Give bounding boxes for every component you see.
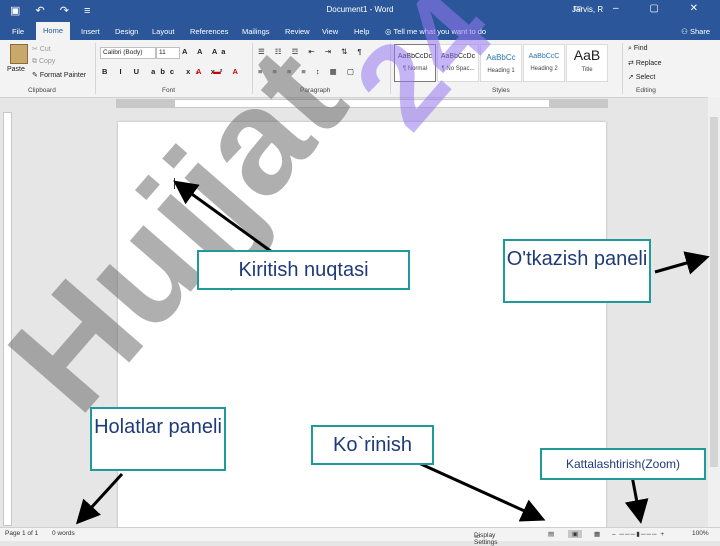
- callout-insertion-point: Kiritish nuqtasi: [197, 250, 410, 290]
- callout-zoom: Kattalashtirish(Zoom): [540, 448, 706, 480]
- callout-status-bar: Holatlar paneli: [90, 407, 226, 471]
- arrow-status-bar: [75, 472, 124, 525]
- callout-scrollbar: O'tkazish paneli: [503, 239, 651, 303]
- arrow-zoom: [624, 475, 649, 524]
- arrow-view: [411, 458, 546, 522]
- arrow-insertion-point: [173, 180, 273, 254]
- arrow-scrollbar: [654, 251, 710, 275]
- callout-view: Ko`rinish: [311, 425, 434, 465]
